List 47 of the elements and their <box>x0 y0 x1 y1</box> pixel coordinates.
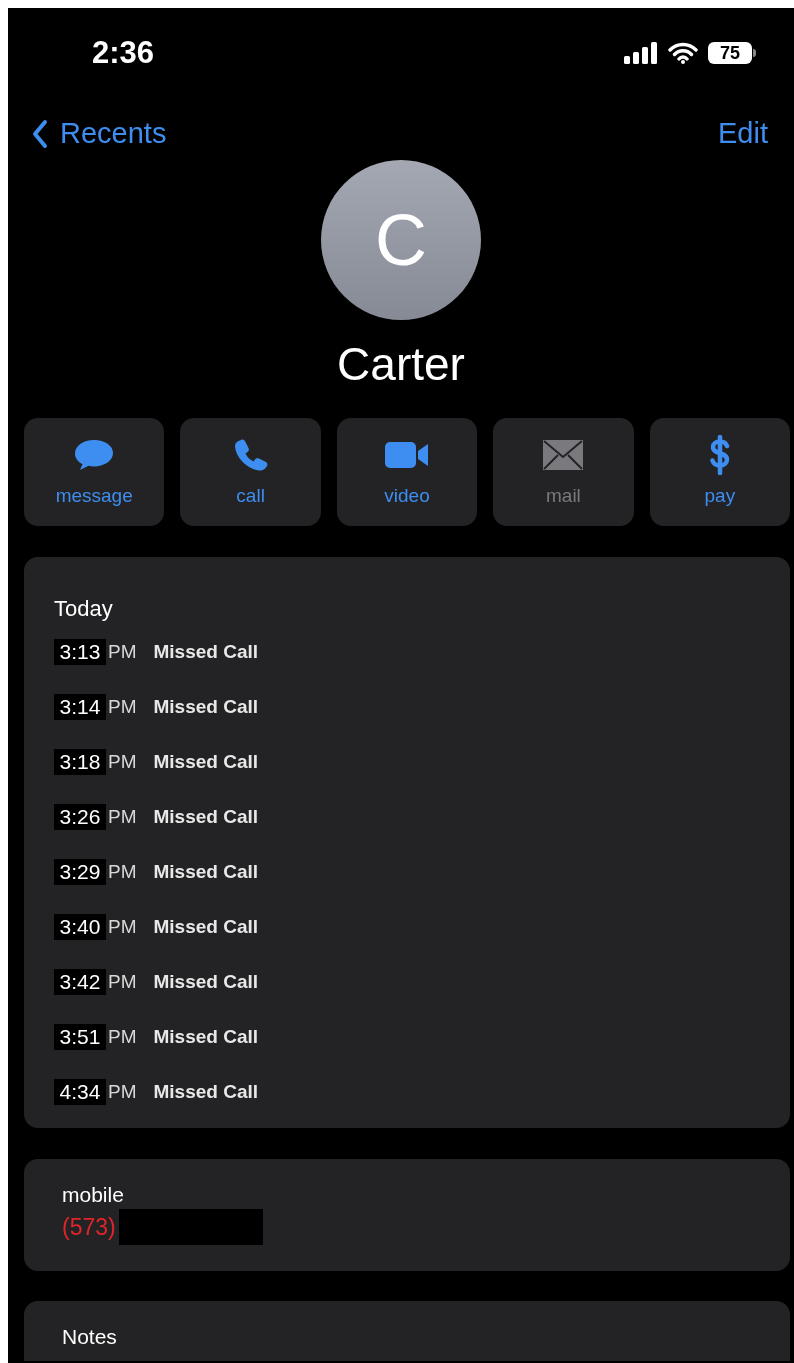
envelope-icon <box>542 438 585 471</box>
call-status: Missed Call <box>153 804 259 829</box>
video-camera-icon <box>384 439 430 470</box>
edit-button[interactable]: Edit <box>718 112 768 156</box>
signal-icon <box>624 42 658 64</box>
contact-name: Carter <box>337 337 465 392</box>
back-button[interactable]: Recents <box>32 112 167 156</box>
phone-icon <box>232 437 269 472</box>
history-heading: Today <box>54 595 114 623</box>
notes-label: Notes <box>62 1325 117 1348</box>
call-time: 3:51 <box>54 1024 106 1050</box>
call-period: PM <box>108 914 137 939</box>
call-status: Missed Call <box>153 1079 259 1104</box>
call-period: PM <box>108 804 137 829</box>
call-time: 3:40 <box>54 914 106 940</box>
call-time: 4:34 <box>54 1079 106 1105</box>
call-status: Missed Call <box>153 1024 259 1049</box>
call-period: PM <box>108 694 137 719</box>
call-time: 3:42 <box>54 969 106 995</box>
wifi-icon <box>668 42 698 64</box>
call-time: 3:13 <box>54 639 106 665</box>
call-status: Missed Call <box>153 859 259 884</box>
call-period: PM <box>108 859 137 884</box>
contact-action-button[interactable]: message <box>24 418 165 526</box>
call-time: 3:29 <box>54 859 106 885</box>
call-status: Missed Call <box>153 639 259 664</box>
call-time: 3:18 <box>54 749 106 775</box>
status-time: 2:36 <box>92 33 155 72</box>
call-period: PM <box>108 1024 137 1049</box>
call-period: PM <box>108 749 137 774</box>
call-period: PM <box>108 1079 137 1104</box>
chevron-left-icon <box>32 119 48 149</box>
phone-number[interactable]: (573) <box>62 1209 116 1245</box>
contact-action-button[interactable]: pay <box>649 418 791 526</box>
call-status: Missed Call <box>153 749 259 774</box>
contact-action-button[interactable]: call <box>180 418 321 526</box>
battery-indicator: 75 <box>708 42 756 64</box>
call-time: 3:26 <box>54 804 106 830</box>
contact-action-button[interactable]: video <box>336 418 478 526</box>
call-status: Missed Call <box>153 694 259 719</box>
contact-avatar: C <box>321 160 481 320</box>
call-status: Missed Call <box>153 914 259 939</box>
call-period: PM <box>108 969 137 994</box>
phone-label: mobile <box>62 1182 125 1208</box>
call-time: 3:14 <box>54 694 106 720</box>
call-period: PM <box>108 639 137 664</box>
call-status: Missed Call <box>153 969 259 994</box>
